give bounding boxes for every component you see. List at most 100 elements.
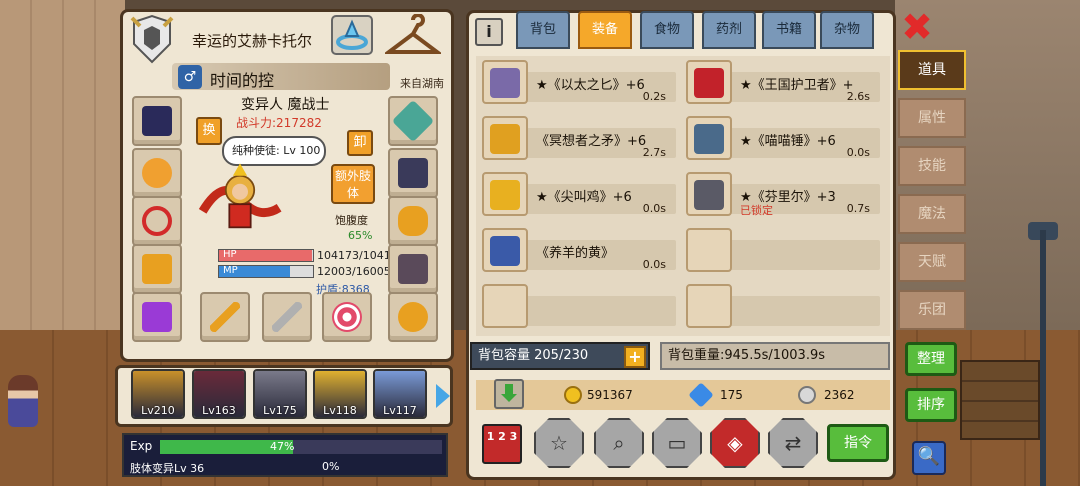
street-lamp xyxy=(1040,230,1046,486)
belt-slot[interactable] xyxy=(388,196,438,246)
cloak-slot[interactable] xyxy=(388,244,438,294)
item-ether-dagger[interactable]: ★《以太之匕》+6 0.2s xyxy=(478,56,676,106)
belt-icon xyxy=(398,206,428,236)
party-member-3[interactable]: Lv175 xyxy=(253,369,307,419)
item-meditator-spear[interactable]: 《冥想者之矛》+6 2.7s xyxy=(478,112,676,162)
swap-button[interactable]: 换 xyxy=(196,117,222,145)
title-badge-icon[interactable] xyxy=(130,14,174,64)
tab-food[interactable]: 食物 xyxy=(640,11,694,49)
item-screaming-chicken[interactable]: ★《尖叫鸡》+6 0.0s xyxy=(478,168,676,218)
star-icon: ☆ xyxy=(550,431,568,455)
hero-sprite[interactable] xyxy=(192,158,288,238)
close-icon[interactable]: ✖ xyxy=(898,8,936,48)
side-tab-magic[interactable]: 魔法 xyxy=(898,194,966,234)
accessory-slot[interactable] xyxy=(132,148,182,198)
info-button[interactable]: i xyxy=(475,18,503,46)
dagger-icon xyxy=(490,68,520,98)
weapon-slot-1[interactable] xyxy=(200,292,250,342)
side-tab-talent[interactable]: 天赋 xyxy=(898,242,966,282)
collar-icon xyxy=(490,236,520,266)
shelf xyxy=(960,360,1040,440)
item-name: ★《喵喵锤》+6 xyxy=(740,134,836,149)
spear-icon xyxy=(490,124,520,154)
cloak-icon xyxy=(398,254,428,284)
npc-character[interactable] xyxy=(8,375,38,427)
boots-slot[interactable] xyxy=(132,292,182,342)
side-tab-attributes[interactable]: 属性 xyxy=(898,98,966,138)
extra-limb-label: 额外肢体 xyxy=(334,169,371,200)
item-name: ★《尖叫鸡》+6 xyxy=(536,190,632,205)
hanger-icon[interactable] xyxy=(385,14,441,60)
item-fenrir[interactable]: ★《芬里尔》+3 已锁定 0.7s xyxy=(682,168,880,218)
export-icon[interactable] xyxy=(494,379,524,409)
exp-label: Exp xyxy=(130,439,153,453)
item-shepherd-yellow[interactable]: 《养羊的黄》 0.0s xyxy=(478,224,676,274)
magnifier-icon: ⌕ xyxy=(613,431,625,455)
silver-coin-icon xyxy=(798,386,816,404)
search-icon[interactable]: 🔍 xyxy=(912,441,946,475)
weapon-slot-2[interactable] xyxy=(262,292,312,342)
item-weight: 0.0s xyxy=(642,202,666,215)
tab-potion[interactable]: 药剂 xyxy=(702,11,756,49)
item-weight: 0.7s xyxy=(846,202,870,215)
ranking-button[interactable]: 1 2 3 xyxy=(482,424,522,464)
dice-button[interactable]: ◈ xyxy=(710,418,760,468)
bag-weight: 背包重量:945.5s/1003.9s xyxy=(660,342,890,370)
party-member-level: Lv210 xyxy=(141,404,175,417)
unequip-button[interactable]: 卸 xyxy=(347,130,373,156)
party-member-level: Lv118 xyxy=(323,404,357,417)
ring-item-icon xyxy=(398,302,428,332)
satiety-value: 65% xyxy=(348,229,373,242)
helmet-slot[interactable] xyxy=(132,96,182,146)
hp-bar: HP xyxy=(218,249,314,262)
party-next-arrow-icon[interactable] xyxy=(436,384,450,408)
party-member-level: Lv163 xyxy=(202,404,236,417)
tab-misc[interactable]: 杂物 xyxy=(820,11,874,49)
item-name: ★《王国护卫者》+ xyxy=(740,78,854,93)
item-empty-slot[interactable] xyxy=(478,280,676,330)
exchange-button[interactable]: ⇄ xyxy=(768,418,818,468)
lollipop-icon xyxy=(332,302,362,332)
orb-icon xyxy=(142,158,172,188)
item-weight: 0.0s xyxy=(642,258,666,271)
item-locked-label: 已锁定 xyxy=(740,204,773,217)
side-tab-skills[interactable]: 技能 xyxy=(898,146,966,186)
tab-bag[interactable]: 背包 xyxy=(516,11,570,49)
glove-slot[interactable] xyxy=(388,148,438,198)
dark-helmet-icon xyxy=(142,106,172,136)
side-tab-band[interactable]: 乐团 xyxy=(898,290,966,330)
favorite-button[interactable]: ☆ xyxy=(534,418,584,468)
amulet-slot[interactable] xyxy=(388,96,438,146)
codex-button[interactable]: ▭ xyxy=(652,418,702,468)
item-empty-slot[interactable] xyxy=(682,224,880,274)
party-member-2[interactable]: Lv163 xyxy=(192,369,246,419)
side-tab-items[interactable]: 道具 xyxy=(898,50,966,90)
item-empty-slot[interactable] xyxy=(682,280,880,330)
sort-button[interactable]: 排序 xyxy=(905,388,957,422)
expand-capacity-button[interactable]: + xyxy=(624,346,646,368)
silver-rod-icon xyxy=(272,302,302,332)
organize-button[interactable]: 整理 xyxy=(905,342,957,376)
extra-limb-button[interactable]: 额外肢体 xyxy=(331,164,375,204)
weapon-slot-3[interactable] xyxy=(322,292,372,342)
left-wall xyxy=(0,0,125,330)
item-name: ★《以太之匕》+6 xyxy=(536,78,645,93)
ring-icon[interactable] xyxy=(330,14,374,56)
command-button[interactable]: 指令 xyxy=(827,424,889,462)
party-member-5[interactable]: Lv117 xyxy=(373,369,427,419)
tab-equipment[interactable]: 装备 xyxy=(578,11,632,49)
male-gender-icon: ♂ xyxy=(178,65,202,89)
item-meow-hammer[interactable]: ★《喵喵锤》+6 0.0s xyxy=(682,112,880,162)
golden-armor-icon xyxy=(142,254,172,284)
empty-slot-blocked[interactable] xyxy=(132,196,182,246)
item-kingdom-guardian[interactable]: ★《王国护卫者》+ 2.6s xyxy=(682,56,880,106)
party-member-1[interactable]: Lv210 xyxy=(131,369,185,419)
ring-slot[interactable] xyxy=(388,292,438,342)
silver-amount: 2362 xyxy=(824,388,855,402)
item-name: 《养羊的黄》 xyxy=(536,246,615,261)
tab-books[interactable]: 书籍 xyxy=(762,11,816,49)
armor-slot[interactable] xyxy=(132,244,182,294)
party-member-4[interactable]: Lv118 xyxy=(313,369,367,419)
inspect-button[interactable]: ⌕ xyxy=(594,418,644,468)
name-bar xyxy=(172,63,390,90)
